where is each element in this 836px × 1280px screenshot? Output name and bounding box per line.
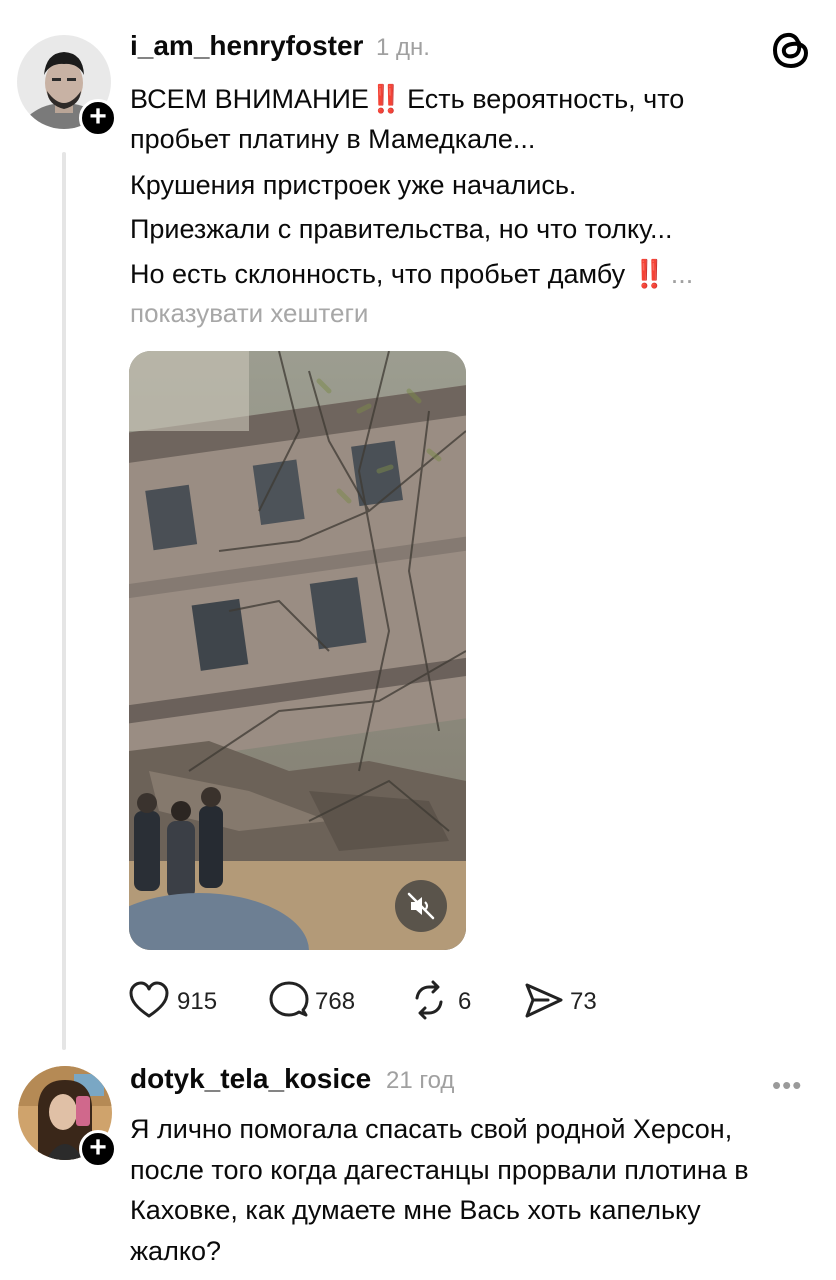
follow-plus-button[interactable]: + [79, 99, 117, 137]
more-text-ellipsis[interactable]: ... [663, 259, 694, 289]
post-text-line-5: Но есть склонность, что пробьет дамбу ‼️… [130, 258, 693, 290]
comment-button[interactable]: 768 [269, 980, 369, 1022]
heart-icon [129, 981, 169, 1018]
reply-text-line-4: жалко? [130, 1236, 221, 1266]
post-text-segment: Есть вероятность, что [399, 84, 685, 114]
more-options-button[interactable]: ••• [772, 1070, 802, 1101]
share-button[interactable]: 73 [524, 980, 624, 1022]
reply-text-line-3: Каховке, как думаете мне Вась хоть капел… [130, 1195, 701, 1225]
repost-icon [415, 980, 443, 1020]
thread-connector-line [62, 152, 66, 1050]
share-count: 73 [570, 988, 597, 1015]
send-icon [525, 983, 563, 1018]
post-text-line-4: Приезжали с правительства, но что толку.… [130, 214, 673, 244]
video-frame-image [129, 351, 466, 950]
reply-text-line-1: Я лично помогала спасать свой родной Хер… [130, 1114, 733, 1144]
comment-count: 768 [315, 988, 356, 1015]
author-username[interactable]: i_am_henryfoster [130, 30, 363, 62]
reply-username[interactable]: dotyk_tela_kosice [130, 1063, 371, 1095]
double-exclamation-emoji: ‼️ [368, 84, 403, 114]
post-timestamp: 1 дн. [376, 34, 430, 61]
reply-follow-plus-button[interactable]: + [79, 1130, 117, 1168]
reply-timestamp: 21 год [386, 1067, 455, 1094]
like-count: 915 [177, 988, 218, 1015]
mute-toggle-button[interactable] [395, 880, 447, 932]
post-text-segment: Но есть склонность, что пробьет дамбу [130, 259, 633, 289]
post-video[interactable] [129, 351, 466, 950]
threads-feed: + i_am_henryfoster 1 дн. ВСЕМ ВНИМАНИЕ‼️… [0, 0, 836, 1280]
repost-count: 6 [458, 988, 472, 1015]
post-text-line-3: Крушения пристроек уже начались. [130, 170, 577, 200]
show-hashtags-link[interactable]: показувати хештеги [130, 298, 368, 329]
like-button[interactable]: 915 [129, 980, 229, 1022]
repost-button[interactable]: 6 [409, 980, 489, 1022]
threads-logo-icon[interactable] [772, 28, 810, 70]
muted-speaker-icon [407, 892, 435, 920]
post-text-line-1: ВСЕМ ВНИМАНИЕ‼️ Есть вероятность, что [130, 83, 684, 115]
post-text-segment: ВСЕМ ВНИМАНИЕ [130, 84, 369, 114]
reply-text-line-2: после того когда дагестанцы прорвали пло… [130, 1155, 749, 1185]
comment-bubble-icon [269, 981, 309, 1017]
double-exclamation-emoji: ‼️ [632, 259, 667, 289]
post-text-line-2: пробьет платину в Мамедкале... [130, 124, 536, 154]
